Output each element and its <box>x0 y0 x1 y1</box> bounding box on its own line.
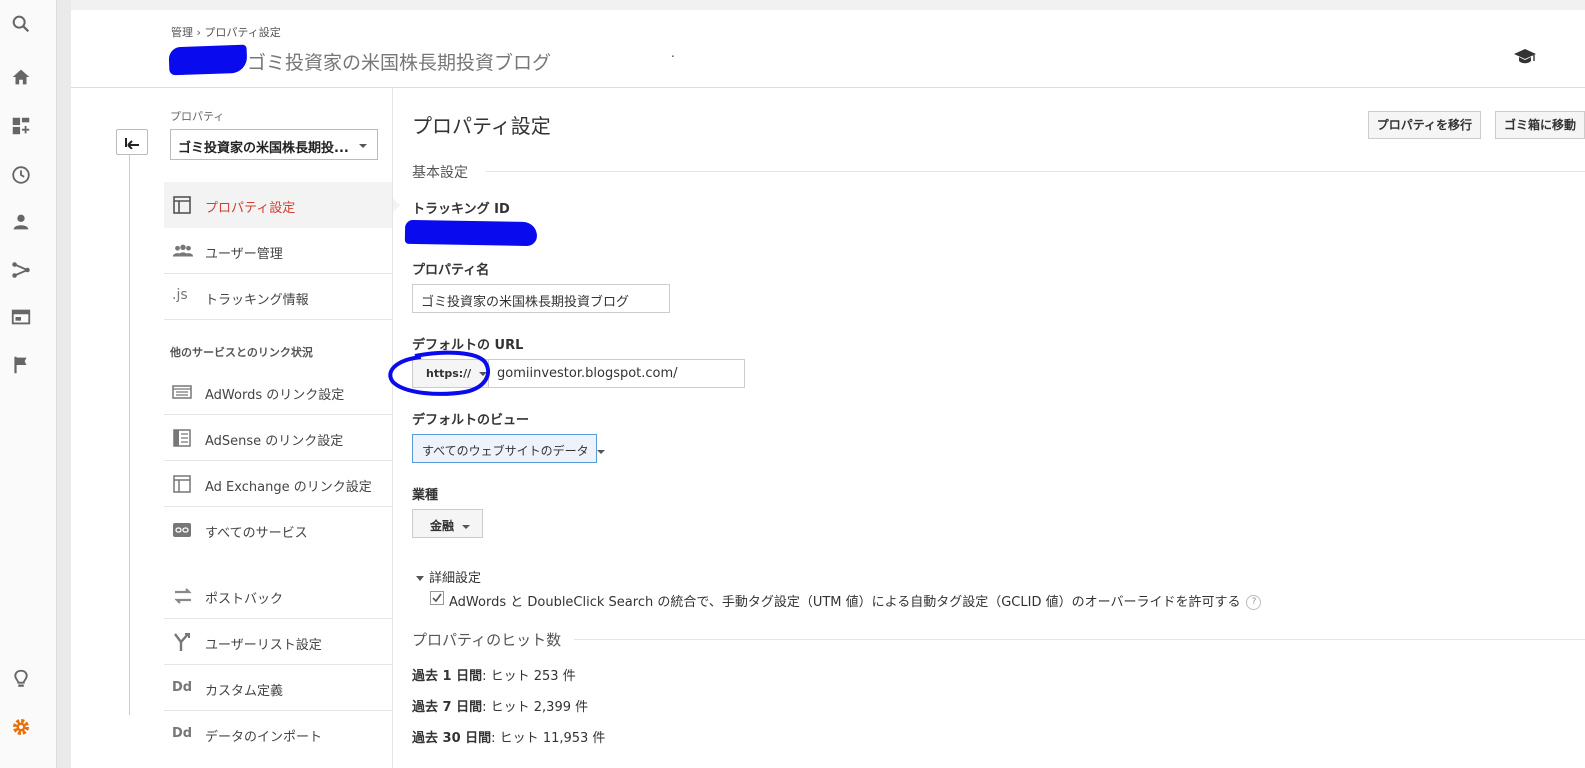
nav-item-label: ユーザー管理 <box>205 247 283 262</box>
tracking-id-label: トラッキング ID <box>412 202 510 217</box>
nav-item-label: AdWords のリンク設定 <box>205 388 345 403</box>
nav-item-label: データのインポート <box>205 730 323 745</box>
default-view-select[interactable]: すべてのウェブサイトのデータ <box>412 434 605 463</box>
property-select[interactable]: ゴミ投資家の米国株長期投... <box>170 129 378 160</box>
property-name-label: プロパティ名 <box>412 263 490 278</box>
nav-divider <box>392 88 393 768</box>
override-checkbox[interactable] <box>430 591 444 605</box>
fork-icon <box>172 632 192 652</box>
nav-item-label: カスタム定義 <box>205 684 284 699</box>
chevron-down-icon <box>416 576 424 581</box>
home-icon[interactable] <box>10 66 34 90</box>
adwords-icon <box>172 382 192 402</box>
person-icon[interactable] <box>10 211 34 235</box>
clock-icon[interactable] <box>10 164 34 188</box>
property-name-input[interactable]: ゴミ投資家の米国株長期投資ブログ <box>412 284 670 313</box>
back-button[interactable] <box>116 129 148 155</box>
nav-item-label: Ad Exchange のリンク設定 <box>205 480 372 495</box>
nav-item-user-list[interactable]: ユーザーリスト設定 <box>164 619 392 665</box>
gear-icon[interactable] <box>10 716 34 740</box>
nav-item-label: ポストバック <box>205 592 284 607</box>
acquisition-icon[interactable] <box>10 259 34 283</box>
chevron-down-icon <box>462 524 471 529</box>
nav-item-label: すべてのサービス <box>205 526 308 541</box>
tracking-id-redaction <box>404 219 538 247</box>
nav-item-user-management[interactable]: ユーザー管理 <box>164 228 392 274</box>
dd-icon: Dd <box>172 726 193 741</box>
industry-select[interactable]: 金融 <box>412 509 483 538</box>
link-icon <box>172 520 192 540</box>
left-icon-rail <box>0 0 57 768</box>
nav-item-postback[interactable]: ポストバック <box>164 573 392 619</box>
lightbulb-icon[interactable] <box>10 668 34 692</box>
page-header: 管理 › プロパティ設定 ゴミ投資家の米国株長期投資ブログ . <box>71 10 1585 88</box>
graduation-cap-icon[interactable] <box>1513 47 1537 67</box>
layout-icon <box>172 195 192 215</box>
dd-icon: Dd <box>172 680 193 695</box>
help-icon[interactable]: ? <box>1246 595 1262 610</box>
group-icon <box>172 241 194 261</box>
section-rule <box>486 171 1585 172</box>
check-icon <box>432 593 442 603</box>
section-rule <box>574 639 1585 640</box>
adsense-icon <box>172 428 192 448</box>
nav-item-label: トラッキング情報 <box>205 293 309 308</box>
move-property-button[interactable]: プロパティを移行 <box>1367 111 1481 139</box>
nav-item-label: ユーザーリスト設定 <box>205 638 322 653</box>
behavior-icon[interactable] <box>10 306 34 330</box>
nav-item-adsense-link[interactable]: AdSense のリンク設定 <box>164 415 392 461</box>
adexchange-icon <box>172 474 192 494</box>
industry-label: 業種 <box>412 488 439 503</box>
breadcrumb-admin[interactable]: 管理 <box>171 26 193 39</box>
hits-row: 過去 1 日間: ヒット 253 件 <box>412 669 576 684</box>
postback-icon <box>172 586 192 606</box>
link-section-title: 他のサービスとのリンク状況 <box>170 346 313 359</box>
chevron-down-icon <box>596 449 605 454</box>
breadcrumb: 管理 › プロパティ設定 <box>171 24 281 40</box>
back-arrow-icon <box>125 138 139 149</box>
nav-item-custom-definitions[interactable]: Dd カスタム定義 <box>164 665 392 711</box>
nav-item-adwords-link[interactable]: AdWords のリンク設定 <box>164 369 392 415</box>
override-checkbox-label: AdWords と DoubleClick Search の統合で、手動タグ設定… <box>449 591 1262 610</box>
hits-heading: プロパティのヒット数 <box>412 631 562 649</box>
flag-icon[interactable] <box>10 354 34 378</box>
basic-settings-heading: 基本設定 <box>412 165 468 181</box>
nav-item-tracking-info[interactable]: .js トラッキング情報 <box>164 274 392 320</box>
breadcrumb-current: プロパティ設定 <box>204 26 281 39</box>
nav-item-label: プロパティ設定 <box>205 201 296 216</box>
stray-dot: . <box>671 46 675 60</box>
nav-item-adexchange-link[interactable]: Ad Exchange のリンク設定 <box>164 461 392 507</box>
chevron-down-icon <box>359 144 367 148</box>
nav-item-all-services[interactable]: すべてのサービス <box>164 507 392 553</box>
nav-item-data-import[interactable]: Dd データのインポート <box>164 711 392 757</box>
default-view-label: デフォルトのビュー <box>412 413 530 428</box>
move-to-trash-button[interactable]: ゴミ箱に移動 <box>1494 111 1585 139</box>
nav-item-property-settings[interactable]: プロパティ設定 <box>164 182 400 228</box>
content-title: プロパティ設定 <box>412 114 551 138</box>
page-title: ゴミ投資家の米国株長期投資ブログ <box>247 52 552 74</box>
hits-row: 過去 7 日間: ヒット 2,399 件 <box>412 700 589 715</box>
hits-row: 過去 30 日間: ヒット 11,953 件 <box>412 731 606 746</box>
customization-icon[interactable] <box>10 115 34 139</box>
advanced-settings-toggle[interactable]: 詳細設定 <box>416 567 481 586</box>
js-icon: .js <box>172 287 188 303</box>
rail-gap <box>57 0 71 768</box>
property-label: プロパティ <box>170 110 225 123</box>
nav-item-label: AdSense のリンク設定 <box>205 434 344 449</box>
search-icon[interactable] <box>10 13 34 37</box>
hand-drawn-circle <box>388 350 491 396</box>
timeline-line <box>129 153 130 715</box>
default-url-input[interactable]: gomiinvestor.blogspot.com/ <box>489 359 745 388</box>
main-area: プロパティ ゴミ投資家の米国株長期投... プロパティ設定 ユーザー管理 .js… <box>71 88 1585 768</box>
breadcrumb-separator: › <box>196 26 201 39</box>
